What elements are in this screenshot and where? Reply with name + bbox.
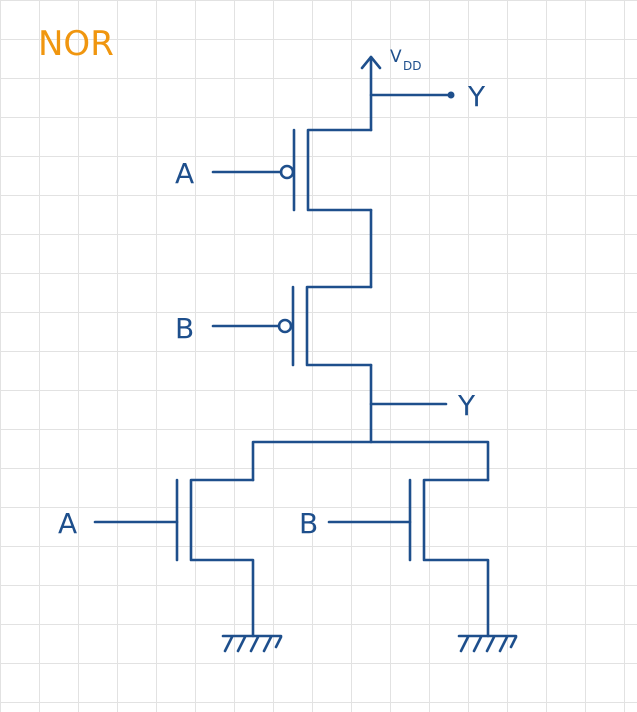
nmos-b-transistor: B bbox=[299, 478, 490, 638]
ground-a-icon bbox=[221, 634, 283, 653]
vdd-label: V bbox=[390, 47, 402, 67]
nmos-a-label: A bbox=[58, 507, 77, 540]
nmos-a-transistor: A bbox=[58, 478, 255, 638]
nmos-b-label: B bbox=[299, 507, 318, 540]
nmos-b-channel bbox=[422, 478, 490, 638]
output-top-label: Y bbox=[467, 80, 486, 113]
pmos-a-transistor: A bbox=[175, 128, 373, 212]
output-node: Y bbox=[369, 363, 476, 444]
nmos-a-channel bbox=[189, 478, 255, 638]
pmos-a-channel bbox=[306, 128, 373, 212]
pmos-b-label: B bbox=[175, 312, 194, 345]
pmos-a-bubble-icon bbox=[279, 164, 295, 180]
output-terminal-dot bbox=[447, 91, 455, 99]
pmos-a-label: A bbox=[175, 157, 194, 190]
output-top: Y bbox=[369, 80, 486, 113]
vdd-supply: V DD bbox=[360, 47, 421, 132]
pmos-b-channel bbox=[305, 285, 373, 367]
ground-b-icon bbox=[457, 634, 518, 653]
nor-gate-diagram: NOR V DD Y A B Y A B bbox=[38, 24, 518, 653]
pmos-b-transistor: B bbox=[175, 285, 373, 367]
diagram-title: NOR bbox=[38, 24, 114, 64]
pmos-b-bubble-icon bbox=[277, 318, 293, 334]
vdd-label-subscript: DD bbox=[403, 59, 421, 73]
output-mid-label: Y bbox=[457, 389, 476, 422]
nmos-drain-bus bbox=[251, 440, 490, 482]
